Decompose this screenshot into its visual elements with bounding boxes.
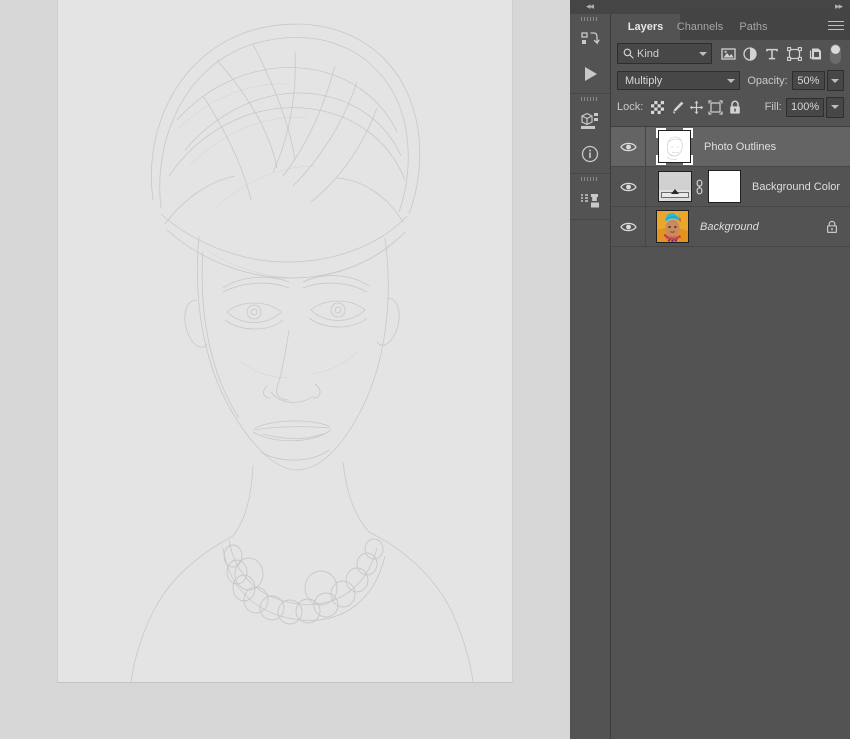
collapsed-panel-rail: [570, 14, 611, 739]
layer-thumbnail-selected-frame: [656, 128, 693, 165]
blend-mode-dropdown[interactable]: Multiply: [617, 71, 741, 90]
filter-type-icon[interactable]: [761, 43, 783, 65]
lock-all-icon[interactable]: [725, 97, 744, 118]
layer-thumbnail-background[interactable]: [656, 210, 689, 243]
info-icon[interactable]: [570, 137, 610, 171]
layer-visibility-toggle[interactable]: [611, 167, 646, 206]
filter-enable-toggle[interactable]: [829, 43, 841, 65]
layer-thumbnail-wrap[interactable]: [656, 170, 741, 203]
rail-group-properties: [570, 94, 610, 174]
fill-stepper[interactable]: [826, 96, 845, 118]
table-row[interactable]: Background Color: [611, 167, 850, 207]
right-dock: ◂◂ ▸▸ Layers Channels Paths Kind Multipl…: [570, 0, 850, 739]
blend-mode-value: Multiply: [625, 74, 663, 87]
layers-panel: Layers Channels Paths Kind Multiply Opac…: [611, 14, 850, 739]
table-row[interactable]: Background: [611, 207, 850, 247]
eye-icon: [619, 142, 637, 151]
clone-source-icon[interactable]: [570, 183, 610, 217]
photoshop-window: ◂◂ ▸▸ Layers Channels Paths Kind Multipl…: [0, 0, 850, 739]
layer-visibility-toggle[interactable]: [611, 207, 646, 246]
filter-adjustment-icon[interactable]: [739, 43, 761, 65]
play-actions-icon[interactable]: [570, 57, 610, 91]
filter-smart-object-icon[interactable]: [805, 43, 827, 65]
document-window[interactable]: [57, 0, 513, 683]
rail-grip[interactable]: [570, 14, 610, 23]
filter-kind-dropdown[interactable]: Kind: [617, 43, 712, 64]
opacity-input[interactable]: 50%: [791, 71, 826, 90]
blend-mode-row: Multiply Opacity: 50%: [611, 67, 850, 94]
chevron-down-icon: [831, 78, 839, 83]
panel-menu-icon[interactable]: [828, 21, 844, 33]
opacity-label: Opacity:: [747, 74, 788, 87]
portrait-sketch-artwork: [57, 0, 512, 682]
layer-visibility-toggle[interactable]: [611, 127, 646, 166]
canvas-area[interactable]: [0, 0, 570, 739]
filter-type-icons: [717, 43, 841, 65]
portrait-thumbnail-art: [657, 211, 688, 242]
properties-3d-icon[interactable]: [570, 103, 610, 137]
layer-filter-row: Kind: [611, 40, 850, 67]
lock-transparent-pixels-icon[interactable]: [648, 97, 667, 118]
panel-tabstrip: Layers Channels Paths: [611, 14, 850, 40]
chevron-down-icon: [727, 78, 736, 83]
opacity-value: 50%: [797, 74, 820, 87]
rail-group-clone-source: [570, 174, 610, 220]
chevron-down-icon: [831, 105, 840, 109]
eye-icon: [619, 222, 637, 231]
lock-image-pixels-icon[interactable]: [668, 97, 687, 118]
tab-paths[interactable]: Paths: [720, 14, 787, 40]
layer-mask-link-icon[interactable]: [692, 179, 706, 195]
fill-value: 100%: [791, 101, 820, 113]
history-actions-icon[interactable]: [570, 23, 610, 57]
filter-kind-value: Kind: [637, 47, 660, 60]
collapse-panels-icon[interactable]: ◂◂: [586, 2, 594, 12]
lock-position-icon[interactable]: [687, 97, 706, 118]
rail-grip[interactable]: [570, 94, 610, 103]
lock-artboard-nesting-icon[interactable]: [706, 97, 725, 118]
fill-label: Fill:: [764, 101, 782, 113]
expand-panels-icon[interactable]: ▸▸: [835, 2, 843, 12]
lock-label: Lock:: [617, 101, 644, 113]
tab-channels-label: Channels: [676, 21, 724, 33]
table-row[interactable]: Photo Outlines: [611, 127, 850, 167]
opacity-stepper[interactable]: [827, 70, 844, 91]
filter-pixel-icon[interactable]: [717, 43, 739, 65]
layer-name[interactable]: Background Color: [752, 181, 850, 193]
layer-thumbnail-background-color[interactable]: [658, 171, 692, 202]
layer-name[interactable]: Background: [700, 221, 826, 233]
document-canvas[interactable]: [57, 0, 512, 682]
layer-thumbnail-wrap[interactable]: [656, 210, 689, 243]
layer-thumbnail-wrap[interactable]: [656, 128, 693, 165]
dock-titlebar: ◂◂ ▸▸: [570, 0, 850, 14]
eye-icon: [619, 182, 637, 191]
tab-paths-label: Paths: [739, 21, 768, 33]
fill-input[interactable]: 100%: [785, 97, 825, 117]
layer-locked-badge: [826, 220, 838, 234]
filter-shape-icon[interactable]: [783, 43, 805, 65]
search-icon: [623, 48, 634, 59]
lock-row: Lock: Fill: 100%: [611, 94, 850, 120]
layer-name[interactable]: Photo Outlines: [704, 141, 850, 153]
chevron-down-icon: [699, 51, 707, 56]
layer-list[interactable]: Photo Outlines Background Color Backgrou…: [611, 126, 850, 739]
layer-mask-thumbnail[interactable]: [708, 170, 741, 203]
rail-group-history: [570, 14, 610, 94]
rail-grip[interactable]: [570, 174, 610, 183]
lock-icon: [827, 220, 838, 233]
